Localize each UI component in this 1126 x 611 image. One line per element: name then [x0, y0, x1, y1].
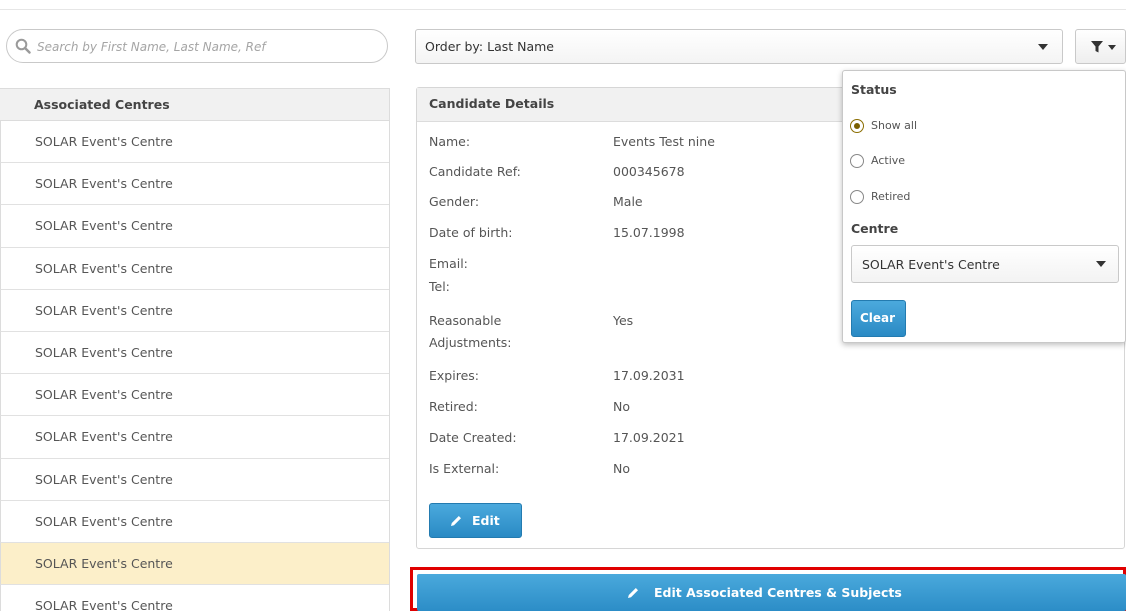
table-row[interactable]: SOLAR Event's Centre	[0, 331, 389, 375]
table-row[interactable]: SOLAR Event's Centre	[0, 416, 389, 459]
centre-name: SOLAR Event's Centre	[35, 176, 173, 192]
field-value: Events Test nine	[613, 134, 715, 149]
field-value: 000345678	[613, 164, 685, 179]
edit-button[interactable]: Edit	[429, 503, 522, 538]
field-label: Is External:	[429, 461, 500, 476]
panel-title: Candidate Details	[429, 96, 555, 111]
search-input[interactable]	[35, 34, 369, 60]
filter-button[interactable]	[1075, 29, 1126, 64]
pencil-icon	[628, 588, 638, 598]
edit-associated-centres-label: Edit Associated Centres & Subjects	[654, 585, 902, 600]
table-row[interactable]: SOLAR Event's Centre	[0, 500, 389, 543]
centre-name: SOLAR Event's Centre	[35, 260, 173, 276]
field-label: Reasonable Adjustments:	[429, 313, 512, 350]
table-row[interactable]: SOLAR Event's Centre	[0, 121, 389, 164]
centre-name: SOLAR Event's Centre	[35, 218, 173, 234]
field-label: Candidate Ref:	[429, 164, 521, 179]
table-body: SOLAR Event's Centre SOLAR Event's Centre…	[0, 121, 389, 611]
status-title: Status	[851, 82, 897, 97]
radio-label-retired: Retired	[871, 190, 911, 203]
table-row[interactable]: SOLAR Event's Centre	[0, 247, 389, 290]
chevron-down-icon	[1108, 45, 1116, 50]
filter-popup: Status Show all Active Retired Centre SO…	[842, 70, 1126, 343]
table-row[interactable]: SOLAR Event's Centre	[0, 542, 389, 586]
radio-label-active: Active	[871, 154, 906, 167]
edit-associated-centres-button[interactable]: Edit Associated Centres & Subjects	[417, 574, 1126, 611]
table-row[interactable]: SOLAR Event's Centre	[0, 458, 389, 501]
pencil-icon	[451, 516, 461, 526]
field-label: Date Created:	[429, 430, 517, 445]
field-value: 17.09.2021	[613, 430, 685, 445]
field-label: Tel:	[429, 279, 450, 294]
table-row[interactable]: SOLAR Event's Centre	[0, 205, 389, 248]
order-by-select[interactable]: Order by: Last Name	[415, 29, 1063, 64]
table-row[interactable]: SOLAR Event's Centre	[0, 585, 389, 611]
field-value: 17.09.2031	[613, 368, 685, 383]
filter-icon	[1091, 41, 1103, 53]
centre-title: Centre	[851, 221, 899, 236]
field-label: Email:	[429, 256, 468, 271]
centre-name: SOLAR Event's Centre	[35, 513, 173, 529]
centre-name: SOLAR Event's Centre	[35, 344, 173, 360]
associated-centres-table: Associated Centres SOLAR Event's Centre S…	[0, 88, 390, 611]
column-header-associated-centres: Associated Centres	[34, 97, 170, 112]
edit-button-label: Edit	[472, 513, 500, 528]
centre-name: SOLAR Event's Centre	[35, 387, 173, 403]
top-divider	[0, 9, 1126, 10]
order-by-label: Order by: Last Name	[425, 39, 554, 54]
table-row[interactable]: SOLAR Event's Centre	[0, 163, 389, 206]
centre-name: SOLAR Event's Centre	[35, 598, 173, 611]
chevron-down-icon	[1096, 261, 1106, 267]
field-label: Name:	[429, 134, 471, 149]
field-value: Male	[613, 194, 643, 209]
centre-select-value: SOLAR Event's Centre	[862, 257, 1000, 272]
table-row[interactable]: SOLAR Event's Centre	[0, 289, 389, 332]
clear-button[interactable]: Clear	[851, 300, 906, 337]
field-value: Yes	[613, 313, 634, 328]
table-header: Associated Centres	[0, 88, 389, 121]
field-label: Expires:	[429, 368, 479, 383]
centre-name: SOLAR Event's Centre	[35, 302, 173, 318]
field-value: No	[613, 461, 630, 476]
centre-name: SOLAR Event's Centre	[35, 555, 173, 571]
search-icon	[15, 38, 31, 54]
field-value: 15.07.1998	[613, 225, 685, 240]
centre-name: SOLAR Event's Centre	[35, 429, 173, 445]
field-label: Retired:	[429, 399, 478, 414]
chevron-down-icon	[1038, 44, 1048, 50]
centre-name: SOLAR Event's Centre	[35, 134, 173, 149]
table-row[interactable]: SOLAR Event's Centre	[0, 374, 389, 417]
centre-name: SOLAR Event's Centre	[35, 471, 173, 487]
radio-label-show-all: Show all	[871, 119, 918, 132]
radio-show-all[interactable]	[850, 119, 864, 133]
search-box[interactable]	[6, 29, 388, 63]
radio-retired[interactable]	[850, 190, 864, 204]
centre-select[interactable]: SOLAR Event's Centre	[851, 245, 1119, 283]
field-label: Gender:	[429, 194, 480, 209]
field-label: Date of birth:	[429, 225, 513, 240]
clear-button-label: Clear	[860, 311, 896, 325]
field-value: No	[613, 399, 630, 414]
radio-active[interactable]	[850, 154, 864, 168]
